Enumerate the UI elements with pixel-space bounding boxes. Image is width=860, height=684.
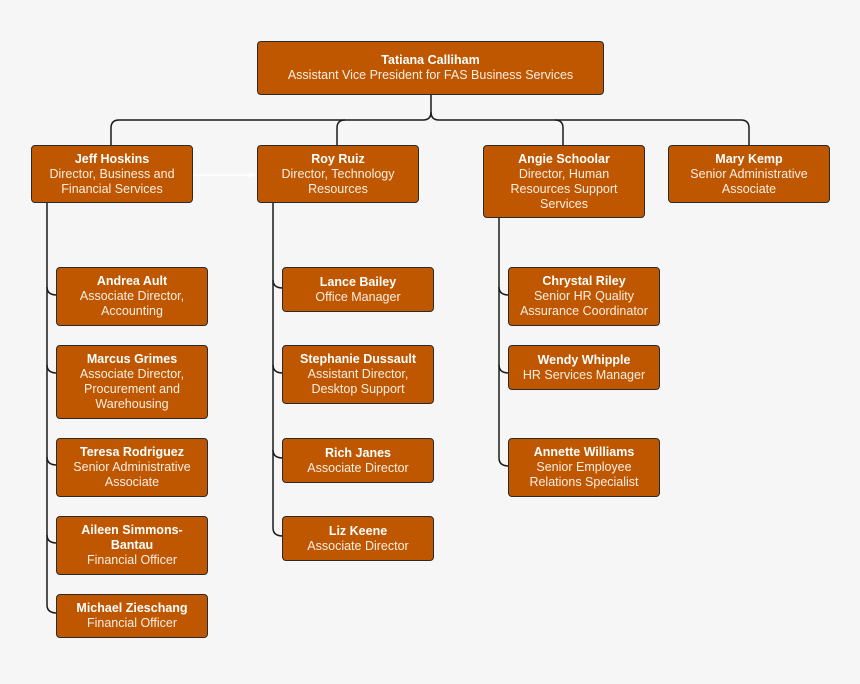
node-director-jeff-hoskins[interactable]: Jeff Hoskins Director, Business and Fina… [31, 145, 193, 203]
node-aileen-simmons-bantau[interactable]: Aileen Simmons-Bantau Financial Officer [56, 516, 208, 575]
node-michael-zieschang[interactable]: Michael Zieschang Financial Officer [56, 594, 208, 638]
node-title: HR Services Manager [522, 367, 646, 382]
node-lance-bailey[interactable]: Lance Bailey Office Manager [282, 267, 434, 312]
node-wendy-whipple[interactable]: Wendy Whipple HR Services Manager [508, 345, 660, 390]
node-teresa-rodriguez[interactable]: Teresa Rodriguez Senior Administrative A… [56, 438, 208, 497]
node-title: Director, Technology Resources [281, 166, 395, 196]
node-name: Marcus Grimes [86, 352, 178, 366]
node-name: Mary Kemp [715, 151, 783, 166]
node-director-roy-ruiz[interactable]: Roy Ruiz Director, Technology Resources [257, 145, 419, 203]
connector-root-to-mary [555, 119, 750, 146]
node-title: Director, Business and Financial Service… [49, 166, 175, 196]
node-name: Angie Schoolar [518, 151, 610, 166]
connector-root-to-jeff [110, 119, 423, 146]
node-name: Liz Keene [328, 523, 388, 538]
node-name: Tatiana Calliham [381, 53, 480, 67]
node-rich-janes[interactable]: Rich Janes Associate Director [282, 438, 434, 483]
node-andrea-ault[interactable]: Andrea Ault Associate Director, Accounti… [56, 267, 208, 326]
connector-layer [46, 95, 750, 614]
connector-root-to-roy [336, 119, 346, 146]
connector-root-to-angie [439, 119, 564, 146]
node-name: Jeff Hoskins [74, 151, 150, 166]
node-root[interactable]: Tatiana Calliham Assistant Vice Presiden… [257, 41, 604, 95]
node-name: Annette Williams [533, 445, 635, 459]
node-director-angie-schoolar[interactable]: Angie Schoolar Director, Human Resources… [483, 145, 645, 218]
node-director-mary-kemp[interactable]: Mary Kemp Senior Administrative Associat… [668, 145, 830, 203]
node-title: Associate Director, Accounting [79, 289, 185, 318]
node-title: Senior Employee Relations Specialist [529, 460, 639, 489]
node-liz-keene[interactable]: Liz Keene Associate Director [282, 516, 434, 561]
node-annette-williams[interactable]: Annette Williams Senior Employee Relatio… [508, 438, 660, 497]
node-name: Lance Bailey [319, 274, 397, 289]
connector-root-trunk-right [430, 111, 440, 121]
node-title: Associate Director [307, 538, 409, 553]
node-title: Assistant Director, Desktop Support [307, 367, 409, 396]
node-name: Aileen Simmons-Bantau [81, 523, 183, 552]
node-name: Chrystal Riley [542, 274, 626, 288]
node-title: Assistant Vice President for FAS Busines… [287, 68, 574, 82]
node-title: Financial Officer [86, 616, 178, 630]
node-name: Teresa Rodriguez [80, 445, 184, 459]
node-name: Andrea Ault [96, 274, 168, 288]
node-title: Associate Director, Procurement and Ware… [79, 367, 185, 411]
node-name: Michael Zieschang [76, 601, 188, 615]
node-title: Office Manager [315, 289, 401, 304]
node-name: Roy Ruiz [311, 151, 365, 166]
node-title: Financial Officer [86, 553, 178, 567]
node-stephanie-dussault[interactable]: Stephanie Dussault Assistant Director, D… [282, 345, 434, 404]
node-title: Senior Administrative Associate [690, 166, 808, 196]
node-name: Wendy Whipple [537, 352, 631, 367]
faint-arrow [193, 172, 256, 178]
node-title: Director, Human Resources Support Servic… [510, 166, 618, 211]
node-name: Stephanie Dussault [300, 352, 416, 366]
node-marcus-grimes[interactable]: Marcus Grimes Associate Director, Procur… [56, 345, 208, 419]
node-name: Rich Janes [324, 445, 391, 460]
node-title: Senior HR Quality Assurance Coordinator [520, 289, 648, 318]
node-title: Associate Director [307, 460, 409, 475]
connector-angie-spine [498, 218, 510, 467]
connector-root-trunk [422, 95, 432, 121]
node-title: Senior Administrative Associate [73, 460, 191, 489]
node-chrystal-riley[interactable]: Chrystal Riley Senior HR Quality Assuran… [508, 267, 660, 326]
